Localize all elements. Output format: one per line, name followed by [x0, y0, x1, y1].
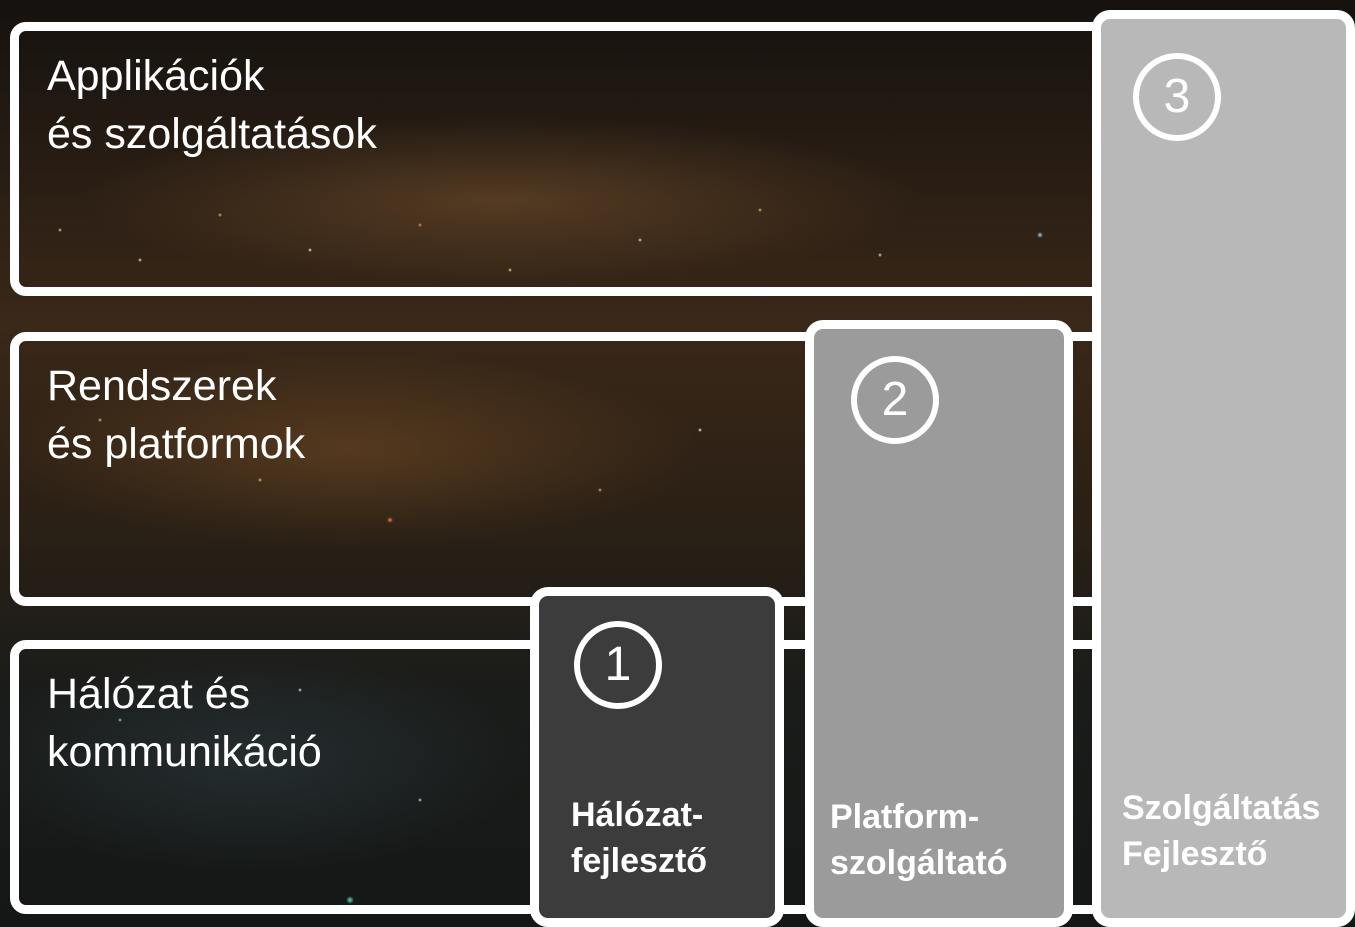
number-badge-3: 3	[1133, 53, 1221, 141]
layer-systems-platforms-label: Rendszerek és platformok	[47, 362, 306, 468]
role-network-developer-label: Hálózat- fejlesztő	[571, 796, 708, 880]
role-network-developer: 1 Hálózat- fejlesztő	[530, 587, 784, 927]
role-platform-provider: 2 Platform- szolgáltató	[805, 320, 1073, 927]
layer-network-communication-label: Hálózat és kommunikáció	[47, 670, 322, 776]
layer-applications: Applikációk és szolgáltatások	[10, 22, 1140, 296]
role-platform-provider-label: Platform- szolgáltató	[830, 798, 1008, 882]
number-badge-2: 2	[851, 356, 939, 444]
layer-applications-label: Applikációk és szolgáltatások	[47, 52, 377, 158]
number-badge-1: 1	[574, 621, 662, 709]
role-service-developer: 3 Szolgáltatás Fejlesztő	[1092, 10, 1355, 927]
role-service-developer-label: Szolgáltatás Fejlesztő	[1122, 789, 1321, 873]
